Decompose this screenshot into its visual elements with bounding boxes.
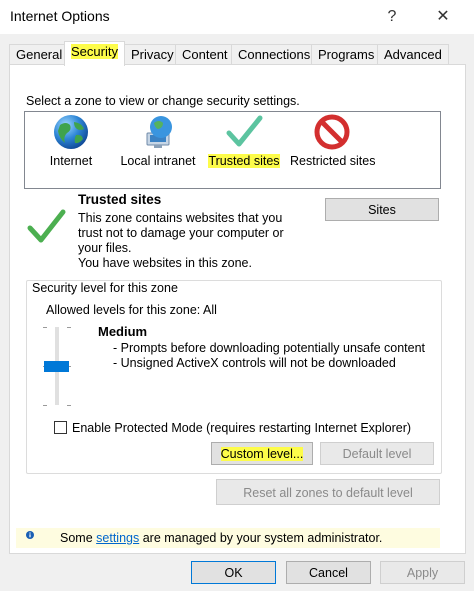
tab-connections[interactable]: Connections — [231, 44, 318, 65]
admin-info-text: Some settings are managed by your system… — [60, 531, 382, 545]
selected-zone-title: Trusted sites — [78, 192, 162, 207]
restricted-icon — [314, 114, 350, 150]
slider-tick — [43, 405, 47, 406]
info-prefix: Some — [60, 531, 97, 545]
security-level-legend: Security level for this zone — [30, 281, 180, 295]
window-title: Internet Options — [10, 8, 110, 24]
info-icon — [26, 531, 34, 539]
sites-button[interactable]: Sites — [325, 198, 439, 221]
allowed-levels-text: Allowed levels for this zone: All — [46, 303, 217, 317]
zone-trusted-sites-label: Trusted sites — [208, 154, 280, 168]
checkmark-icon — [226, 115, 263, 147]
ok-button[interactable]: OK — [191, 561, 276, 584]
close-button[interactable]: ✕ — [428, 4, 458, 30]
slider-tick — [67, 327, 71, 328]
level-detail-line: - Prompts before downloading potentially… — [113, 341, 425, 355]
description-line: your files. — [78, 241, 132, 255]
tab-programs[interactable]: Programs — [311, 44, 382, 65]
zone-restricted-sites[interactable]: Restricted sites — [290, 113, 376, 168]
settings-link[interactable]: settings — [96, 531, 139, 545]
zone-internet[interactable]: Internet — [44, 113, 98, 168]
default-level-button[interactable]: Default level — [320, 442, 434, 465]
security-level-details: - Prompts before downloading potentially… — [113, 341, 425, 371]
custom-level-button-label: Custom level... — [220, 447, 304, 461]
protected-mode-checkbox[interactable] — [54, 421, 67, 434]
tab-security-label: Security — [71, 44, 118, 59]
cancel-button[interactable]: Cancel — [286, 561, 371, 584]
apply-button[interactable]: Apply — [380, 561, 465, 584]
security-level-name: Medium — [98, 324, 148, 339]
title-bar: Internet Options ? ✕ — [0, 0, 474, 34]
security-level-slider-thumb[interactable] — [44, 361, 69, 372]
description-line: trust not to damage your computer or — [78, 226, 284, 240]
tab-privacy[interactable]: Privacy — [124, 44, 181, 65]
zone-trusted-sites[interactable]: Trusted sites — [208, 113, 280, 168]
tab-general[interactable]: General — [9, 44, 70, 65]
intranet-icon — [146, 116, 172, 148]
globe-icon — [54, 115, 88, 149]
tab-advanced[interactable]: Advanced — [377, 44, 449, 65]
protected-mode-label[interactable]: Enable Protected Mode (requires restarti… — [72, 421, 411, 435]
zone-restricted-sites-label: Restricted sites — [290, 154, 376, 168]
level-detail-line: - Unsigned ActiveX controls will not be … — [113, 356, 396, 370]
slider-tick — [43, 327, 47, 328]
selected-zone-description: This zone contains websites that you tru… — [78, 211, 284, 271]
description-line: You have websites in this zone. — [78, 256, 252, 270]
zone-internet-label: Internet — [49, 154, 93, 168]
slider-tick — [67, 405, 71, 406]
zone-local-intranet[interactable]: Local intranet — [118, 113, 198, 168]
custom-level-button[interactable]: Custom level... — [211, 442, 313, 465]
description-line: This zone contains websites that you — [78, 211, 283, 225]
reset-all-zones-button[interactable]: Reset all zones to default level — [216, 479, 440, 505]
tab-content[interactable]: Content — [175, 44, 235, 65]
info-suffix: are managed by your system administrator… — [139, 531, 383, 545]
tab-security[interactable]: Security — [64, 41, 125, 66]
zone-prompt: Select a zone to view or change security… — [26, 94, 300, 108]
help-button[interactable]: ? — [377, 4, 407, 30]
checkmark-icon — [27, 209, 66, 243]
zone-local-intranet-label: Local intranet — [120, 154, 196, 168]
